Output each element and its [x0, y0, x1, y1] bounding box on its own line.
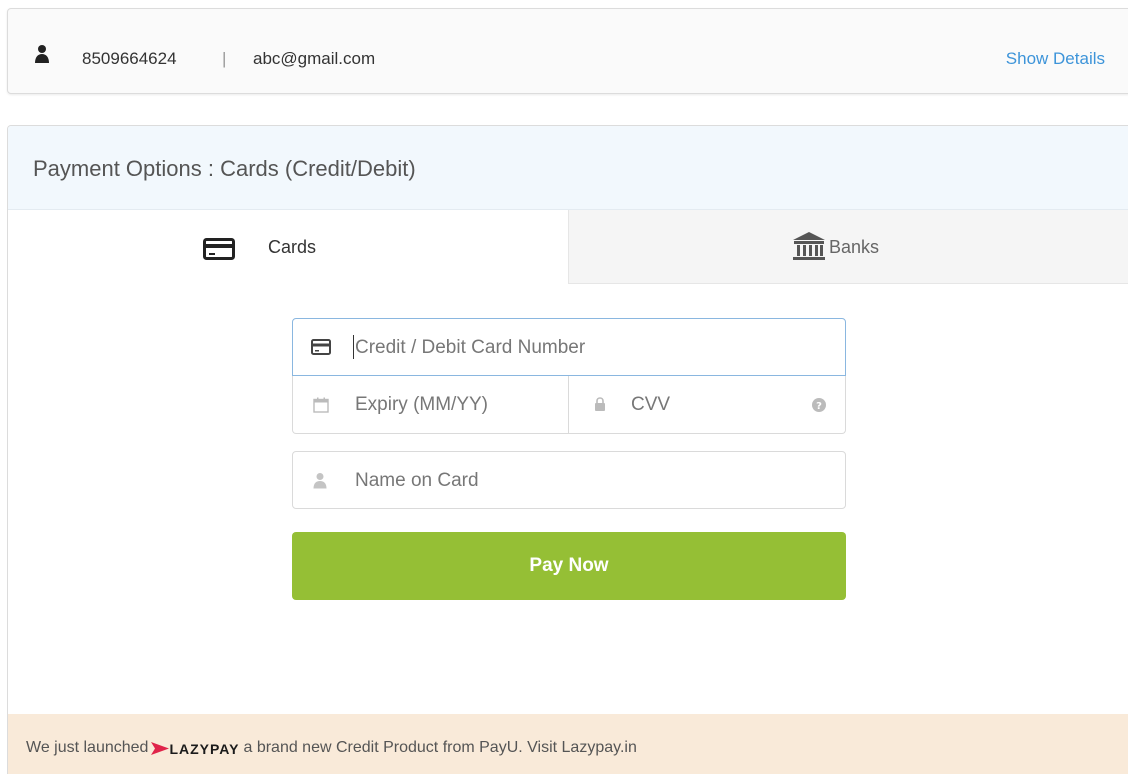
pay-now-button[interactable]: Pay Now — [292, 532, 846, 600]
tab-cards-label: Cards — [268, 237, 317, 257]
separator: | — [222, 49, 227, 68]
promo-text: We just launched LAZYPAY a brand new Credi… — [26, 739, 637, 759]
panel-header: Payment Options : Cards (Credit/Debit) — [8, 126, 1128, 210]
lazypay-arrow-icon — [151, 742, 170, 755]
lazypay-logo-text: LAZYPAY — [169, 741, 240, 757]
expiry-placeholder: Expiry (MM/YY) — [355, 394, 488, 415]
payment-panel: Payment Options : Cards (Credit/Debit) C… — [7, 125, 1128, 774]
card-number-placeholder: Credit / Debit Card Number — [355, 337, 586, 358]
name-placeholder: Name on Card — [355, 470, 479, 491]
card-number-field[interactable]: Credit / Debit Card Number — [292, 318, 846, 376]
tab-cards[interactable]: Cards — [8, 210, 568, 284]
user-icon — [34, 44, 50, 64]
user-email: abc@gmail.com — [253, 49, 376, 68]
bank-icon — [791, 230, 827, 262]
text-cursor — [353, 335, 354, 359]
tab-banks-label: Banks — [829, 237, 880, 257]
tab-banks[interactable]: Banks — [568, 210, 1128, 284]
promo-banner: We just launched LAZYPAY a brand new Credi… — [8, 714, 1128, 774]
promo-prefix: We just launched — [26, 739, 149, 756]
calendar-icon — [313, 397, 329, 413]
cvv-placeholder: CVV — [631, 394, 671, 415]
show-details-link[interactable]: Show Details — [1006, 49, 1105, 69]
name-on-card-field[interactable]: Name on Card — [292, 451, 846, 509]
credit-card-icon — [311, 339, 331, 355]
user-phone: 8509664624 — [82, 49, 177, 68]
panel-title: Payment Options : Cards (Credit/Debit) — [33, 156, 416, 181]
help-icon[interactable]: ? — [811, 397, 827, 413]
lazypay-logo[interactable]: LAZYPAY — [151, 741, 239, 759]
promo-suffix: a brand new Credit Product from PayU. Vi… — [243, 739, 637, 756]
svg-text:?: ? — [816, 401, 822, 412]
cvv-field[interactable]: CVV ? — [568, 376, 846, 434]
user-info-bar: 8509664624 | abc@gmail.com Show Details — [7, 8, 1128, 94]
expiry-field[interactable]: Expiry (MM/YY) — [292, 376, 569, 434]
expiry-cvv-row: Expiry (MM/YY) CVV ? — [292, 376, 846, 434]
payment-tabs: Cards Banks — [8, 210, 1128, 284]
user-icon — [313, 472, 327, 489]
lock-icon — [594, 397, 606, 411]
credit-card-icon — [203, 238, 235, 260]
